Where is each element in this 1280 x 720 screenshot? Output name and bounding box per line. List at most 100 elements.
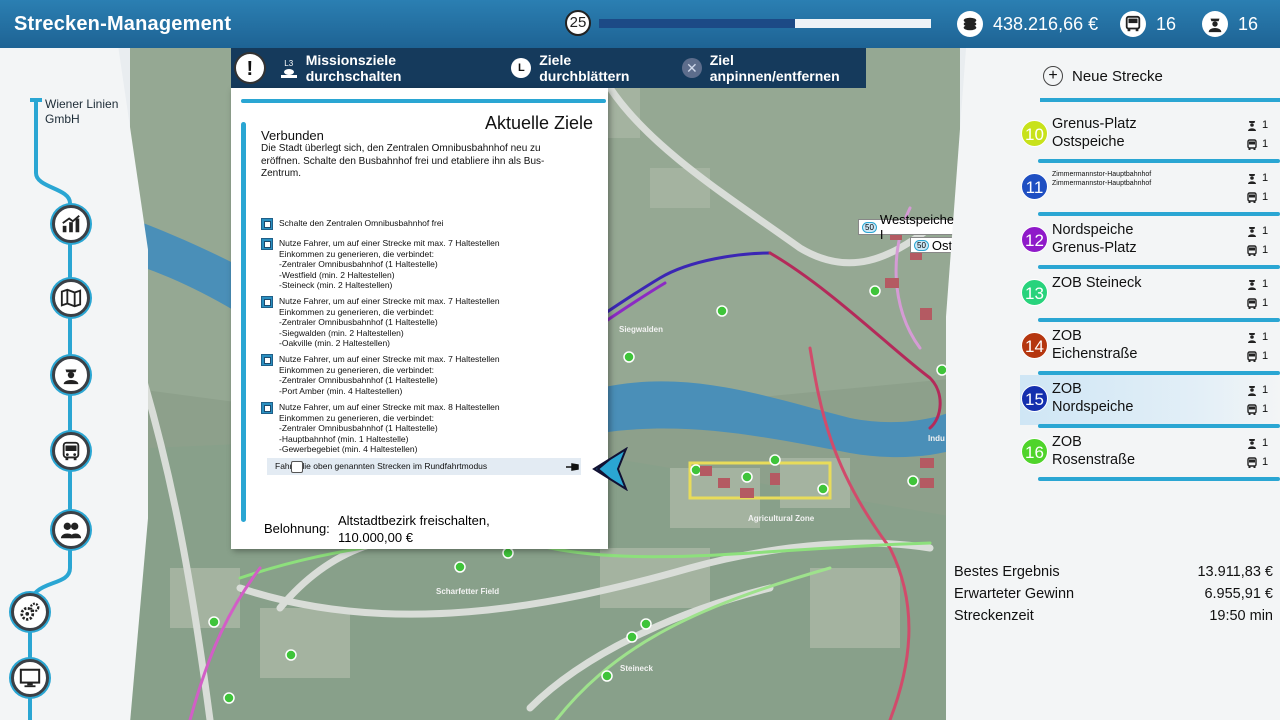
route-item-14[interactable]: 14 ZOB Eichenstraße 1 1 bbox=[1020, 322, 1280, 375]
task-line: -Westfield (min. 2 Haltestellen) bbox=[279, 269, 395, 280]
route-name-line1: Nordspeiche bbox=[1052, 222, 1134, 238]
reward-line2: 110.000,00 € bbox=[338, 530, 413, 545]
bus-count-stat: 16 bbox=[1120, 10, 1176, 38]
pin-objective-button[interactable]: ✕ Ziel anpinnen/entfernen bbox=[681, 52, 866, 84]
route-name: Grenus-Platz Ostspeiche bbox=[1052, 115, 1137, 151]
bus-icon bbox=[1247, 297, 1257, 309]
route-bus-count: 1 bbox=[1246, 400, 1268, 419]
route-item-13[interactable]: 13 ZOB Steineck 1 1 bbox=[1020, 269, 1280, 322]
route-driver-count: 1 bbox=[1246, 275, 1268, 294]
map-label-industrial: Indu bbox=[928, 434, 945, 443]
l3-stick-icon: L3 bbox=[280, 59, 298, 78]
driver-icon bbox=[1248, 438, 1256, 449]
reward-line1: Altstadtbezirk freischalten, bbox=[338, 513, 490, 528]
sidebar-statistics-button[interactable] bbox=[52, 205, 90, 243]
route-item-15[interactable]: 15 ZOB Nordspeiche 1 1 bbox=[1020, 375, 1280, 428]
map-label-steineck: Steineck bbox=[620, 664, 653, 673]
bus-icon bbox=[1247, 244, 1257, 256]
plus-icon: + bbox=[1043, 66, 1063, 86]
l3-key-label: L3 bbox=[284, 58, 294, 68]
objective-task-selected[interactable]: Fahre die oben genannten Strecken im Run… bbox=[261, 458, 581, 475]
stat-row-best: Bestes Ergebnis 13.911,83 € bbox=[954, 564, 1273, 586]
toggle-objectives-label: Missionsziele durchschalten bbox=[305, 52, 402, 84]
sidebar-staff-button[interactable] bbox=[52, 511, 90, 549]
map-route-tag-number: 50 bbox=[862, 221, 877, 233]
sidebar-map-button[interactable] bbox=[52, 279, 90, 317]
route-driver-count: 1 bbox=[1246, 434, 1268, 453]
route-time-value: 19:50 min bbox=[1209, 608, 1273, 624]
mission-alert-icon[interactable]: ! bbox=[234, 52, 266, 84]
bus-icon bbox=[1120, 11, 1146, 37]
route-assignments: 11 bbox=[1246, 169, 1268, 207]
route-name-line2: Rosenstraße bbox=[1052, 452, 1136, 468]
x-key-icon: ✕ bbox=[681, 58, 702, 78]
task-line: -Steineck (min. 2 Haltestellen) bbox=[279, 280, 393, 290]
task-line: -Zentraler Omnibusbahnhof (1 Haltestelle… bbox=[279, 317, 438, 327]
route-number-badge: 15 bbox=[1021, 385, 1048, 412]
task-line: -Hauptbahnhof (min. 1 Haltestelle) bbox=[279, 433, 409, 444]
route-number-badge: 16 bbox=[1021, 438, 1048, 465]
sidebar-monitor-button[interactable] bbox=[11, 659, 49, 697]
route-item-16[interactable]: 16 ZOB Rosenstraße 1 1 bbox=[1020, 428, 1280, 481]
driver-icon bbox=[63, 369, 79, 385]
route-number-badge: 14 bbox=[1021, 332, 1048, 359]
route-driver-count: 1 bbox=[1246, 169, 1268, 188]
screen-title: Strecken-Management bbox=[14, 13, 232, 35]
objective-description: Die Stadt überlegt sich, den Zentralen O… bbox=[261, 143, 545, 179]
map-route-tag[interactable]: 50 Westspeiche I bbox=[858, 212, 960, 242]
driver-count-stat: 16 bbox=[1202, 10, 1258, 38]
best-result-value: 13.911,83 € bbox=[1197, 564, 1273, 580]
toggle-objectives-button[interactable]: L3 Missionsziele durchschalten bbox=[280, 52, 494, 84]
staff-icon bbox=[60, 522, 82, 539]
task-line: Einkommen zu generieren, die verbindet: bbox=[279, 306, 434, 317]
driver-icon bbox=[1248, 120, 1256, 131]
route-name: ZOB Nordspeiche bbox=[1052, 380, 1133, 416]
reward-value: Altstadtbezirk freischalten, 110.000,00 … bbox=[338, 512, 490, 546]
bus-icon bbox=[1247, 456, 1257, 468]
bus-icon bbox=[1247, 350, 1257, 362]
route-item-12[interactable]: 12 Nordspeiche Grenus-Platz 1 1 bbox=[1020, 216, 1280, 269]
route-item-10[interactable]: 10 Grenus-Platz Ostspeiche 1 1 bbox=[1020, 110, 1280, 163]
browse-objectives-button[interactable]: L Ziele durchblättern bbox=[511, 52, 664, 84]
task-checkbox-checked bbox=[261, 354, 273, 366]
route-number-badge: 10 bbox=[1021, 120, 1048, 147]
objective-task: Nutze Fahrer, um auf einer Strecke mit m… bbox=[261, 354, 500, 396]
route-bus-count: 1 bbox=[1246, 294, 1268, 313]
task-line: -Siegwalden (min. 2 Haltestellen) bbox=[279, 327, 404, 338]
task-line: -Zentraler Omnibusbahnhof (1 Haltestelle… bbox=[279, 375, 438, 385]
sidebar-settings-button[interactable] bbox=[11, 593, 49, 631]
route-bus-count: 1 bbox=[1246, 453, 1268, 472]
bus-icon bbox=[1247, 403, 1257, 415]
route-assignments: 11 bbox=[1246, 275, 1268, 313]
level-progress-bar bbox=[599, 19, 931, 28]
statistics-icon bbox=[62, 215, 80, 233]
task-line: Nutze Fahrer, um auf einer Strecke mit m… bbox=[279, 296, 500, 306]
sidebar-drivers-button[interactable] bbox=[52, 356, 90, 394]
sidebar-buses-button[interactable] bbox=[52, 432, 90, 470]
company-name-line1: Wiener Linien bbox=[45, 97, 119, 111]
driver-icon bbox=[1202, 11, 1228, 37]
map-icon bbox=[60, 288, 82, 308]
route-bus-count: 1 bbox=[1246, 241, 1268, 260]
route-name-line1: ZOB bbox=[1052, 381, 1082, 397]
route-name-line1: ZOB Steineck bbox=[1052, 275, 1142, 291]
expected-profit-value: 6.955,91 € bbox=[1204, 586, 1273, 602]
route-bus-count: 1 bbox=[1246, 135, 1268, 154]
objective-pointer-arrow-icon bbox=[592, 447, 628, 491]
monitor-icon bbox=[19, 668, 41, 688]
route-assignments: 11 bbox=[1246, 222, 1268, 260]
route-item-11[interactable]: 11 Zimmermannstor-Hauptbahnhof Zimmermanns… bbox=[1020, 163, 1280, 216]
new-route-button[interactable]: + Neue Strecke bbox=[1043, 66, 1163, 86]
settings-gears-icon bbox=[20, 602, 40, 621]
map-label-agricultural-zone: Agricultural Zone bbox=[748, 514, 815, 523]
pin-icon[interactable] bbox=[566, 462, 580, 472]
route-assignments: 11 bbox=[1246, 381, 1268, 419]
route-name-line1: Zimmermannstor-Hauptbahnhof bbox=[1052, 171, 1152, 178]
player-level: 25 bbox=[565, 10, 591, 36]
task-line: Schalte den Zentralen Omnibusbahnhof fre… bbox=[279, 218, 444, 228]
coins-icon bbox=[957, 11, 983, 37]
task-line: -Zentraler Omnibusbahnhof (1 Haltestelle… bbox=[279, 259, 438, 269]
route-number-badge: 12 bbox=[1021, 226, 1048, 253]
l-key-icon: L bbox=[511, 58, 532, 78]
task-line: -Zentraler Omnibusbahnhof (1 Haltestelle… bbox=[279, 423, 438, 433]
